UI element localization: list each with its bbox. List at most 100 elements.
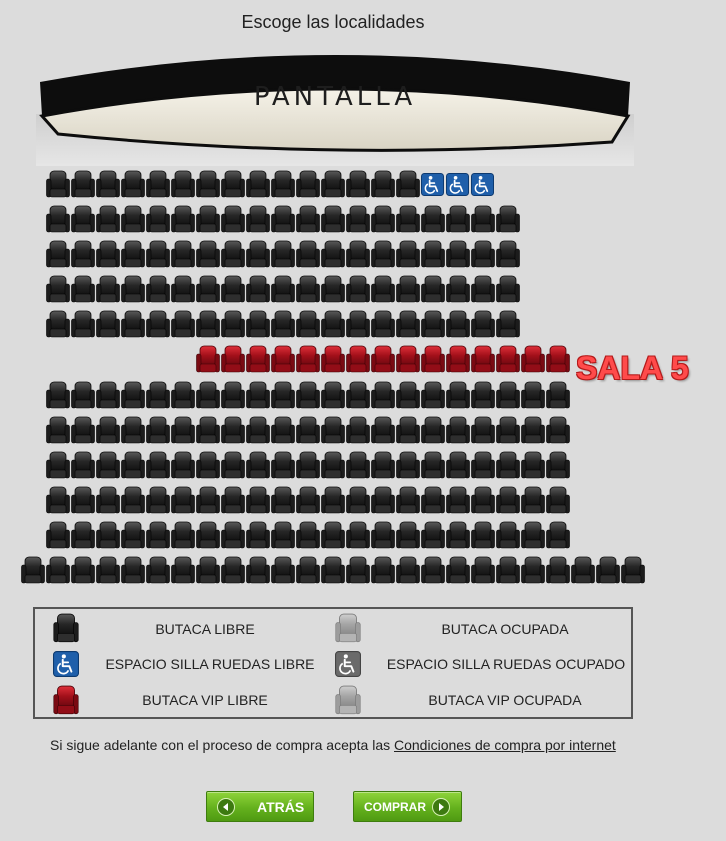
seat-vip-free[interactable] bbox=[246, 345, 270, 375]
seat-free[interactable] bbox=[46, 556, 70, 586]
seat-free[interactable] bbox=[146, 451, 170, 481]
seat-free[interactable] bbox=[196, 240, 220, 270]
seat-free[interactable] bbox=[396, 170, 420, 200]
seat-free[interactable] bbox=[96, 170, 120, 200]
seat-free[interactable] bbox=[321, 170, 345, 200]
wheelchair-space-free[interactable] bbox=[471, 173, 494, 196]
seat-free[interactable] bbox=[321, 310, 345, 340]
seat-free[interactable] bbox=[46, 310, 70, 340]
seat-free[interactable] bbox=[71, 556, 95, 586]
seat-free[interactable] bbox=[171, 275, 195, 305]
seat-free[interactable] bbox=[196, 416, 220, 446]
wheelchair-space-free[interactable] bbox=[446, 173, 469, 196]
seat-free[interactable] bbox=[496, 451, 520, 481]
seat-free[interactable] bbox=[271, 381, 295, 411]
seat-free[interactable] bbox=[96, 310, 120, 340]
seat-free[interactable] bbox=[421, 556, 445, 586]
seat-free[interactable] bbox=[221, 416, 245, 446]
seat-free[interactable] bbox=[396, 556, 420, 586]
seat-free[interactable] bbox=[246, 240, 270, 270]
seat-free[interactable] bbox=[46, 451, 70, 481]
seat-free[interactable] bbox=[421, 521, 445, 551]
seat-free[interactable] bbox=[471, 556, 495, 586]
seat-free[interactable] bbox=[196, 381, 220, 411]
seat-free[interactable] bbox=[496, 416, 520, 446]
seat-free[interactable] bbox=[71, 170, 95, 200]
seat-free[interactable] bbox=[271, 451, 295, 481]
seat-free[interactable] bbox=[246, 205, 270, 235]
seat-free[interactable] bbox=[396, 416, 420, 446]
seat-free[interactable] bbox=[371, 521, 395, 551]
seat-free[interactable] bbox=[346, 275, 370, 305]
seat-free[interactable] bbox=[196, 310, 220, 340]
seat-free[interactable] bbox=[496, 486, 520, 516]
seat-free[interactable] bbox=[296, 240, 320, 270]
seat-free[interactable] bbox=[271, 205, 295, 235]
seat-free[interactable] bbox=[221, 556, 245, 586]
seat-free[interactable] bbox=[496, 556, 520, 586]
seat-free[interactable] bbox=[446, 486, 470, 516]
seat-free[interactable] bbox=[471, 451, 495, 481]
seat-free[interactable] bbox=[296, 451, 320, 481]
seat-free[interactable] bbox=[546, 381, 570, 411]
seat-free[interactable] bbox=[446, 416, 470, 446]
seat-free[interactable] bbox=[421, 416, 445, 446]
seat-free[interactable] bbox=[471, 381, 495, 411]
seat-free[interactable] bbox=[96, 556, 120, 586]
seat-free[interactable] bbox=[171, 556, 195, 586]
seat-free[interactable] bbox=[371, 310, 395, 340]
seat-free[interactable] bbox=[371, 205, 395, 235]
seat-free[interactable] bbox=[296, 416, 320, 446]
seat-free[interactable] bbox=[346, 556, 370, 586]
seat-free[interactable] bbox=[246, 556, 270, 586]
seat-free[interactable] bbox=[421, 205, 445, 235]
buy-button[interactable]: COMPRAR bbox=[353, 791, 462, 822]
seat-free[interactable] bbox=[421, 275, 445, 305]
seat-free[interactable] bbox=[521, 486, 545, 516]
seat-free[interactable] bbox=[46, 486, 70, 516]
seat-free[interactable] bbox=[421, 381, 445, 411]
seat-vip-free[interactable] bbox=[296, 345, 320, 375]
seat-free[interactable] bbox=[196, 451, 220, 481]
seat-free[interactable] bbox=[446, 275, 470, 305]
seat-free[interactable] bbox=[146, 275, 170, 305]
seat-free[interactable] bbox=[521, 451, 545, 481]
seat-free[interactable] bbox=[371, 556, 395, 586]
seat-free[interactable] bbox=[371, 240, 395, 270]
seat-free[interactable] bbox=[246, 416, 270, 446]
seat-free[interactable] bbox=[121, 556, 145, 586]
seat-free[interactable] bbox=[196, 275, 220, 305]
seat-free[interactable] bbox=[146, 170, 170, 200]
seat-free[interactable] bbox=[221, 451, 245, 481]
seat-vip-free[interactable] bbox=[346, 345, 370, 375]
seat-free[interactable] bbox=[446, 451, 470, 481]
seat-free[interactable] bbox=[521, 416, 545, 446]
seat-free[interactable] bbox=[171, 205, 195, 235]
seat-free[interactable] bbox=[196, 521, 220, 551]
seat-free[interactable] bbox=[296, 310, 320, 340]
seat-free[interactable] bbox=[121, 170, 145, 200]
seat-free[interactable] bbox=[271, 416, 295, 446]
seat-free[interactable] bbox=[471, 205, 495, 235]
seat-free[interactable] bbox=[71, 486, 95, 516]
seat-free[interactable] bbox=[321, 381, 345, 411]
seat-free[interactable] bbox=[46, 275, 70, 305]
seat-free[interactable] bbox=[96, 275, 120, 305]
seat-free[interactable] bbox=[221, 486, 245, 516]
seat-free[interactable] bbox=[446, 240, 470, 270]
seat-free[interactable] bbox=[371, 170, 395, 200]
seat-free[interactable] bbox=[96, 416, 120, 446]
seat-free[interactable] bbox=[221, 275, 245, 305]
seat-free[interactable] bbox=[496, 240, 520, 270]
seat-free[interactable] bbox=[171, 451, 195, 481]
seat-free[interactable] bbox=[146, 205, 170, 235]
seat-free[interactable] bbox=[546, 486, 570, 516]
seat-free[interactable] bbox=[446, 310, 470, 340]
seat-free[interactable] bbox=[396, 381, 420, 411]
seat-free[interactable] bbox=[46, 521, 70, 551]
seat-free[interactable] bbox=[246, 521, 270, 551]
seat-free[interactable] bbox=[71, 381, 95, 411]
seat-free[interactable] bbox=[371, 416, 395, 446]
seat-free[interactable] bbox=[321, 205, 345, 235]
seat-free[interactable] bbox=[471, 240, 495, 270]
